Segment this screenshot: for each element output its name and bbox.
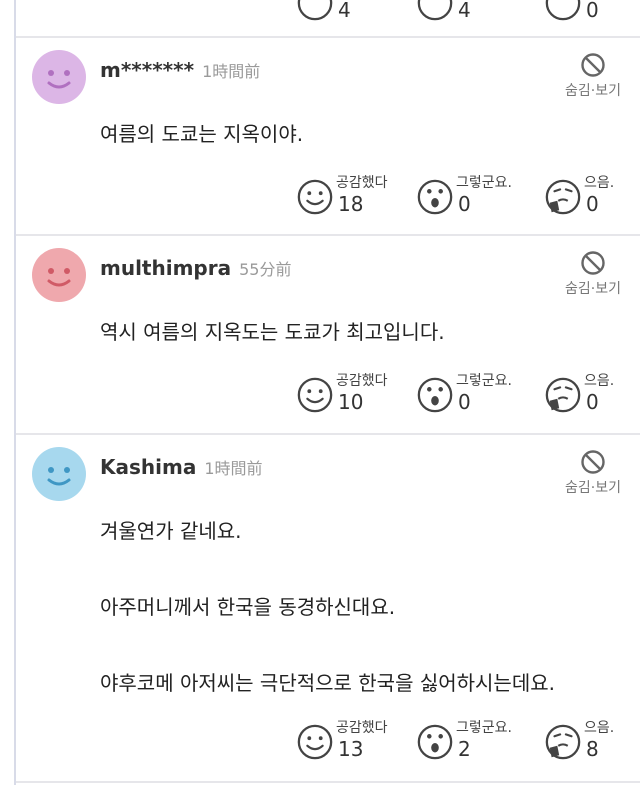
comment-line: 야후코메 아저씨는 극단적으로 한국을 싫어하시는데요. — [100, 671, 555, 695]
smiley-avatar-icon — [32, 50, 86, 104]
hide-button[interactable]: 숨김·보기 — [558, 250, 628, 298]
avatar[interactable] — [32, 248, 86, 302]
divider — [16, 781, 640, 783]
i-see-label: 그렇군요. — [456, 373, 512, 389]
smile-icon — [297, 724, 333, 760]
comment-body: 역시 여름의 지옥도는 도쿄가 최고입니다. — [100, 320, 445, 344]
hmm-count: 8 — [586, 737, 599, 761]
comment-item: Kashima 1時間前 숨김·보기 겨울연가 같네요. 아주머니께서 한국을 동… — [16, 435, 640, 781]
block-icon — [581, 251, 605, 275]
hmm-count: 0 — [586, 192, 599, 216]
i-see-reaction-button[interactable]: 그렇군요. 0 — [416, 370, 536, 420]
author-name[interactable]: m******* — [100, 58, 194, 82]
hmm-count: 0 — [586, 0, 599, 22]
agree-count: 4 — [338, 0, 351, 22]
thinking-icon — [545, 0, 581, 21]
surprised-icon — [417, 377, 453, 413]
comment-body: 여름의 도쿄는 지옥이야. — [100, 122, 303, 146]
hmm-label: 으음. — [584, 720, 615, 736]
agree-count: 18 — [338, 192, 364, 216]
reaction-bar: 공감했다 18 그렇군요. 0 으음. 0 — [296, 172, 640, 222]
hmm-reaction-button[interactable]: 0 — [544, 0, 640, 28]
i-see-reaction-button[interactable]: 4 — [416, 0, 536, 28]
smile-icon — [297, 377, 333, 413]
comment-time: 55分前 — [239, 260, 292, 279]
left-rule — [0, 0, 16, 785]
reaction-bar: 공감했다 10 그렇군요. 0 으음. 0 — [296, 370, 640, 420]
comment-line: 역시 여름의 지옥도는 도쿄가 최고입니다. — [100, 320, 445, 344]
hmm-label: 으음. — [584, 175, 615, 191]
i-see-label: 그렇군요. — [456, 175, 512, 191]
comment-author-row: Kashima 1時間前 — [100, 455, 263, 479]
hmm-label: 으음. — [584, 373, 615, 389]
hmm-reaction-button[interactable]: 으음. 8 — [544, 717, 640, 767]
reaction-bar: 공감했다 13 그렇군요. 2 으음. 8 — [296, 717, 640, 767]
agree-reaction-button[interactable]: 4 — [296, 0, 416, 28]
hide-button[interactable]: 숨김·보기 — [558, 52, 628, 100]
comment-body: 겨울연가 같네요. 아주머니께서 한국을 동경하신대요. 야후코메 아저씨는 극… — [100, 519, 555, 695]
surprised-icon — [417, 724, 453, 760]
i-see-count: 2 — [458, 737, 471, 761]
author-name[interactable]: multhimpra — [100, 256, 231, 280]
i-see-reaction-button[interactable]: 그렇군요. 2 — [416, 717, 536, 767]
agree-label: 공감했다 — [336, 720, 388, 736]
author-name[interactable]: Kashima — [100, 455, 196, 479]
smiley-avatar-icon — [32, 447, 86, 501]
agree-label: 공감했다 — [336, 175, 388, 191]
comment-time: 1時間前 — [204, 459, 263, 478]
comment-author-row: m******* 1時間前 — [100, 58, 260, 82]
hide-label: 숨김·보기 — [565, 281, 621, 297]
i-see-count: 4 — [458, 0, 471, 22]
avatar[interactable] — [32, 447, 86, 501]
agree-reaction-button[interactable]: 공감했다 13 — [296, 717, 416, 767]
hmm-reaction-button[interactable]: 으음. 0 — [544, 172, 640, 222]
hide-button[interactable]: 숨김·보기 — [558, 449, 628, 497]
hmm-reaction-button[interactable]: 으음. 0 — [544, 370, 640, 420]
thinking-icon — [545, 724, 581, 760]
smiley-avatar-icon — [32, 248, 86, 302]
agree-count: 10 — [338, 390, 364, 414]
agree-count: 13 — [338, 737, 364, 761]
agree-label: 공감했다 — [336, 373, 388, 389]
agree-reaction-button[interactable]: 공감했다 10 — [296, 370, 416, 420]
hide-label: 숨김·보기 — [565, 480, 621, 496]
comment-line: 아주머니께서 한국을 동경하신대요. — [100, 595, 396, 619]
smile-icon — [297, 0, 333, 21]
smile-icon — [297, 179, 333, 215]
block-icon — [581, 53, 605, 77]
avatar[interactable] — [32, 50, 86, 104]
i-see-reaction-button[interactable]: 그렇군요. 0 — [416, 172, 536, 222]
i-see-label: 그렇군요. — [456, 720, 512, 736]
i-see-count: 0 — [458, 390, 471, 414]
hide-label: 숨김·보기 — [565, 83, 621, 99]
comment-line: 겨울연가 같네요. — [100, 519, 242, 543]
i-see-count: 0 — [458, 192, 471, 216]
hmm-count: 0 — [586, 390, 599, 414]
thinking-icon — [545, 179, 581, 215]
block-icon — [581, 450, 605, 474]
previous-comment-reactions: 4 4 0 — [16, 0, 640, 36]
comment-author-row: multhimpra 55分前 — [100, 256, 291, 280]
comment-line: 여름의 도쿄는 지옥이야. — [100, 122, 304, 146]
agree-reaction-button[interactable]: 공감했다 18 — [296, 172, 416, 222]
comment-time: 1時間前 — [202, 62, 261, 81]
comment-item: multhimpra 55分前 숨김·보기 역시 여름의 지옥도는 도쿄가 최고입… — [16, 236, 640, 432]
surprised-icon — [417, 0, 453, 21]
thinking-icon — [545, 377, 581, 413]
surprised-icon — [417, 179, 453, 215]
comment-item: m******* 1時間前 숨김·보기 여름의 도쿄는 지옥이야. 공감했다 18… — [16, 38, 640, 234]
